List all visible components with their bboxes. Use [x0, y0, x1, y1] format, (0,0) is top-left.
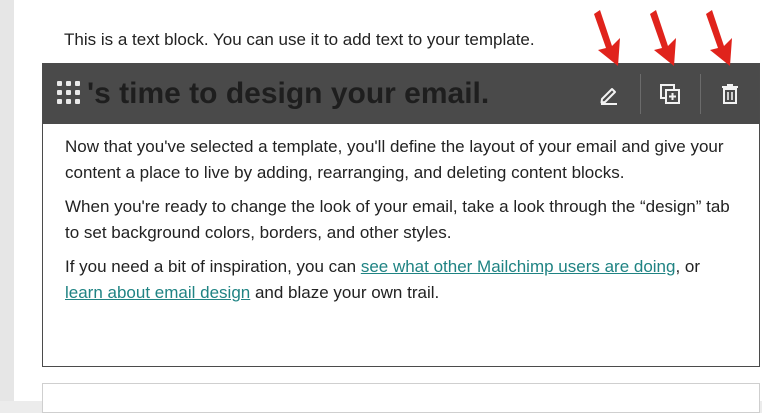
left-gutter: [0, 0, 14, 401]
edit-pencil-icon: [600, 88, 617, 105]
selected-content-block[interactable]: 's time to design your email. Now that y…: [42, 63, 760, 367]
paragraph-3-text: If you need a bit of inspiration, you ca…: [65, 257, 361, 276]
block-heading: 's time to design your email.: [87, 77, 490, 110]
mailchimp-users-link[interactable]: see what other Mailchimp users are doing: [361, 257, 676, 276]
red-arrow-icon: [706, 10, 732, 66]
next-content-block[interactable]: [42, 383, 760, 413]
text-block-intro[interactable]: This is a text block. You can use it to …: [64, 29, 535, 51]
edit-button[interactable]: [579, 64, 639, 124]
trash-icon: [722, 84, 738, 104]
block-toolbar: 's time to design your email.: [43, 64, 759, 124]
paragraph-1: Now that you've selected a template, you…: [65, 137, 724, 182]
duplicate-icon: [660, 84, 680, 104]
paragraph-3: If you need a bit of inspiration, you ca…: [65, 254, 735, 306]
drag-handle-icon[interactable]: [57, 81, 83, 107]
block-body: Now that you've selected a template, you…: [65, 134, 735, 314]
paragraph-3-text: and blaze your own trail.: [250, 283, 440, 302]
delete-button[interactable]: [700, 64, 760, 124]
red-arrow-icon: [650, 10, 676, 66]
paragraph-2: When you're ready to change the look of …: [65, 197, 730, 242]
email-design-link[interactable]: learn about email design: [65, 283, 250, 302]
red-arrow-icon: [594, 10, 620, 66]
duplicate-button[interactable]: [640, 64, 700, 124]
paragraph-3-text: , or: [675, 257, 701, 276]
